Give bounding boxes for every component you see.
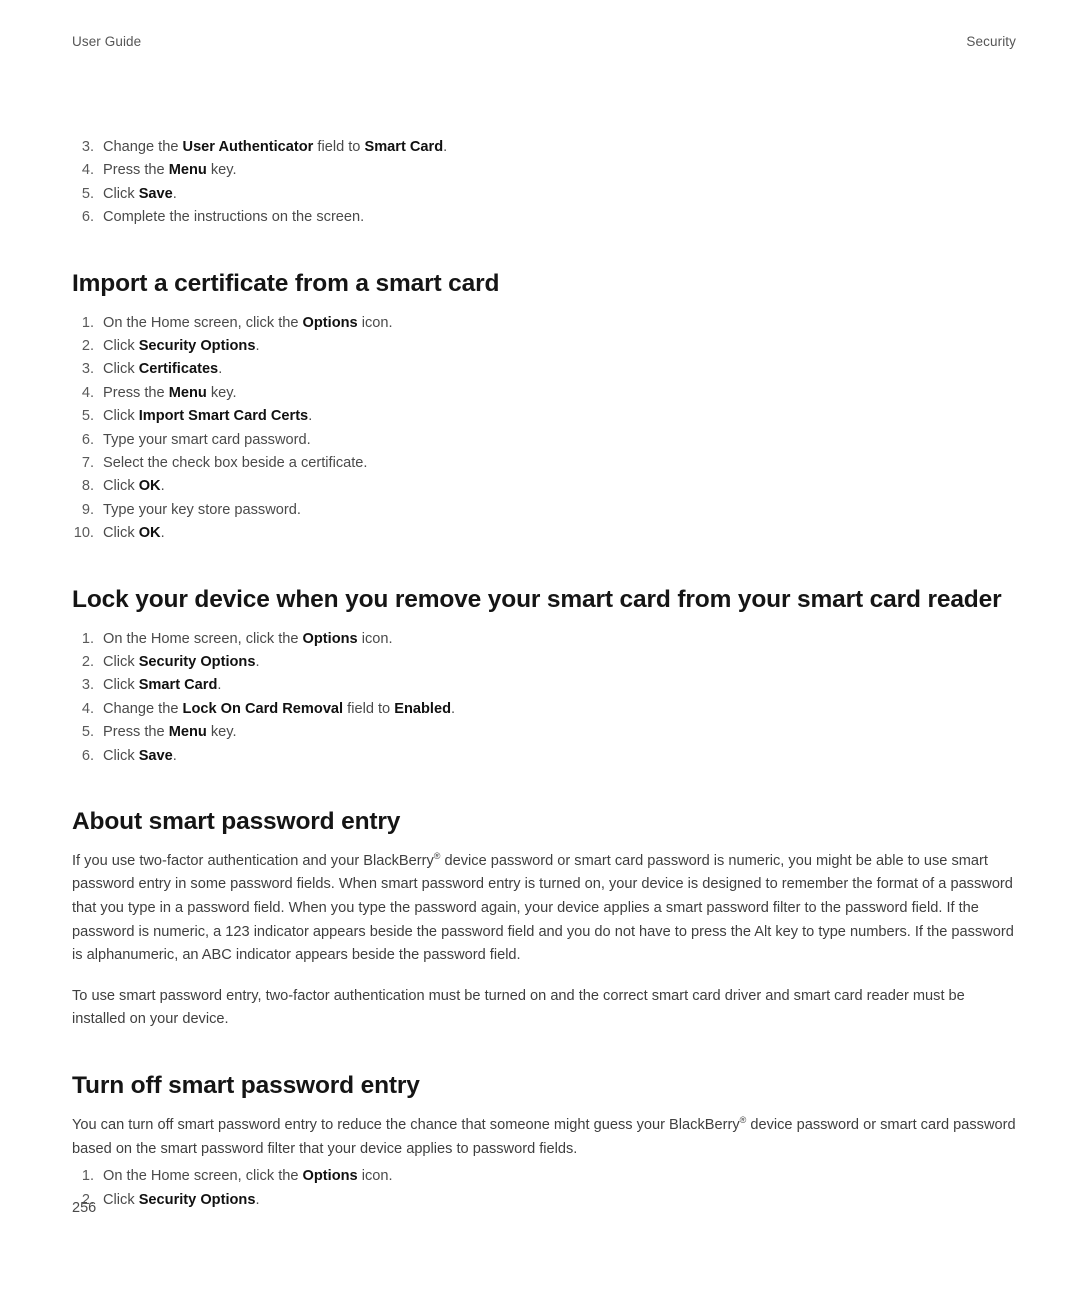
document-page: User Guide Security 3. Change the User Au… (0, 0, 1080, 1296)
list-item: 7. Select the check box beside a certific… (72, 452, 1016, 475)
running-header: User Guide Security (72, 34, 1016, 49)
list-item-text: Change the Lock On Card Removal field to… (103, 700, 456, 717)
list-item-text: Click Certificates. (103, 361, 223, 378)
list-item: 1. On the Home screen, click the Options … (72, 312, 1016, 335)
paragraph: You can turn off smart password entry to… (72, 1115, 1016, 1157)
list-item-text: Press the Menu key. (103, 162, 237, 179)
list-item: 8. Click OK. (72, 475, 1016, 498)
list-item: 4. Press the Menu key. (72, 159, 1016, 182)
heading-import-certificate: Import a certificate from a smart card (72, 269, 500, 297)
list-item: 10. Click OK. (72, 522, 1016, 545)
list-item: 4. Press the Menu key. (72, 382, 1016, 405)
list-item-text: Click Security Options. (103, 1191, 260, 1208)
running-header-right: Security (966, 34, 1016, 49)
list-item-text: Click Save. (103, 747, 177, 764)
list-item: 3. Change the User Authenticator field to… (72, 136, 1016, 159)
list-item-number: 6. (81, 431, 94, 448)
list-item-text: On the Home screen, click the Options ic… (103, 630, 393, 647)
heading-lock-device-on-card-removal: Lock your device when you remove your sm… (72, 585, 1002, 613)
paragraphs-about-smart-password-entry: If you use two-factor authentication and… (72, 850, 1016, 1032)
list-item-number: 6. (81, 209, 94, 226)
list-item-text: Complete the instructions on the screen. (103, 209, 365, 226)
list-item: 5. Click Import Smart Card Certs. (72, 405, 1016, 428)
list-item-text: Type your smart card password. (103, 431, 311, 448)
list-item-text: Change the User Authenticator field to S… (103, 139, 448, 155)
list-item-number: 3. (81, 139, 94, 155)
page-number: 256 (72, 1200, 97, 1216)
page-content: 3. Change the User Authenticator field to… (72, 136, 1016, 1212)
list-item-text: Type your key store password. (103, 501, 301, 518)
list-item: 2. Click Security Options. (72, 651, 1016, 674)
list-item-number: 8. (81, 478, 94, 495)
paragraphs-turn-off-smart-password-entry: You can turn off smart password entry to… (72, 1114, 1016, 1161)
list-item: 2. Click Security Options. (72, 1189, 1016, 1212)
list-item: 9. Type your key store password. (72, 499, 1016, 522)
list-item: 3. Click Certificates. (72, 358, 1016, 381)
steps-list-continued: 3. Change the User Authenticator field to… (72, 136, 1016, 230)
list-item-text: On the Home screen, click the Options ic… (103, 314, 393, 331)
heading-about-smart-password-entry: About smart password entry (72, 807, 401, 835)
list-item: 2. Click Security Options. (72, 335, 1016, 358)
list-item-number: 4. (81, 384, 94, 401)
list-item-text: Click Smart Card. (103, 677, 222, 694)
steps-list-turn-off-smart-password-entry: 1. On the Home screen, click the Options … (72, 1165, 1016, 1212)
list-item-text: Click Import Smart Card Certs. (103, 408, 313, 425)
list-item-number: 7. (81, 454, 94, 471)
list-item-text: Click Security Options. (103, 653, 260, 670)
list-item: 3. Click Smart Card. (72, 674, 1016, 697)
list-item-number: 6. (81, 747, 94, 764)
list-item: 6. Complete the instructions on the scree… (72, 206, 1016, 229)
list-item-number: 9. (81, 501, 94, 518)
list-item: 1. On the Home screen, click the Options … (72, 628, 1016, 651)
steps-list-import-certificate: 1. On the Home screen, click the Options … (72, 312, 1016, 546)
list-item-text: Press the Menu key. (103, 724, 237, 741)
list-item-number: 5. (81, 408, 94, 425)
steps-list-lock-device: 1. On the Home screen, click the Options … (72, 628, 1016, 768)
paragraph: To use smart password entry, two-factor … (72, 987, 965, 1028)
list-item-text: Press the Menu key. (103, 384, 237, 401)
running-header-left: User Guide (72, 34, 142, 49)
list-item: 5. Press the Menu key. (72, 721, 1016, 744)
list-item-number: 4. (81, 700, 94, 717)
heading-turn-off-smart-password-entry: Turn off smart password entry (72, 1072, 420, 1099)
list-item: 6. Type your smart card password. (72, 429, 1016, 452)
list-item: 5. Click Save. (72, 183, 1016, 206)
list-item-number: 1. (81, 630, 94, 647)
list-item: 1. On the Home screen, click the Options … (72, 1165, 1016, 1188)
list-item-number: 3. (81, 361, 94, 378)
list-item-text: Click Security Options. (103, 337, 260, 354)
list-item-text: Click OK. (103, 525, 165, 542)
list-item-number: 10. (73, 525, 94, 542)
list-item-text: On the Home screen, click the Options ic… (103, 1168, 393, 1185)
list-item-number: 5. (81, 185, 94, 202)
list-item: 4. Change the Lock On Card Removal field … (72, 698, 1016, 721)
list-item-text: Click Save. (103, 185, 177, 202)
list-item-number: 1. (81, 1168, 94, 1185)
list-item-number: 2. (81, 337, 94, 354)
list-item-number: 5. (81, 724, 94, 741)
list-item: 6. Click Save. (72, 745, 1016, 768)
list-item-number: 3. (81, 677, 94, 694)
list-item-text: Click OK. (103, 478, 165, 495)
list-item-number: 1. (81, 314, 94, 331)
list-item-text: Select the check box beside a certificat… (103, 454, 368, 471)
list-item-number: 2. (81, 653, 94, 670)
list-item-number: 4. (81, 162, 94, 179)
paragraph: If you use two-factor authentication and… (72, 850, 1014, 964)
